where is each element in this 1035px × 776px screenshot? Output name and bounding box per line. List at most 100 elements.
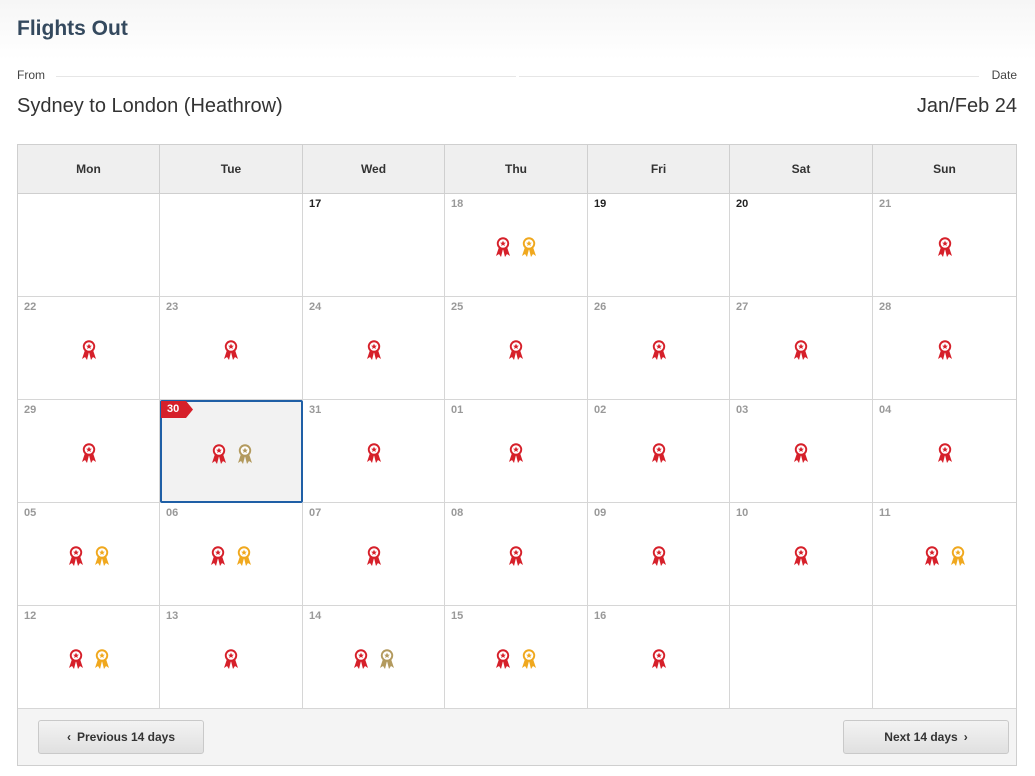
calendar-day-11[interactable]: 11 <box>873 503 1016 606</box>
award-red-icon <box>650 648 668 670</box>
day-number: 03 <box>736 404 749 416</box>
award-red-icon <box>494 648 512 670</box>
day-number: 05 <box>24 507 37 519</box>
award-red-icon <box>792 442 810 464</box>
divider <box>519 76 979 77</box>
award-red-icon <box>80 339 98 361</box>
day-number: 31 <box>309 404 322 416</box>
award-red-icon <box>67 648 85 670</box>
calendar-day-12[interactable]: 12 <box>18 606 160 709</box>
flight-calendar: Mon Tue Wed Thu Fri Sat Sun 17 18 19 20 21 22 23 24 25… <box>17 144 1017 766</box>
calendar-day-29[interactable]: 29 <box>18 400 160 503</box>
award-bronze-icon <box>378 648 396 670</box>
award-red-icon <box>507 545 525 567</box>
day-number: 24 <box>309 301 322 313</box>
award-red-icon <box>365 442 383 464</box>
calendar-day-13[interactable]: 13 <box>160 606 303 709</box>
calendar-day-18[interactable]: 18 <box>445 194 588 297</box>
award-icons <box>445 545 587 567</box>
award-icons <box>303 648 444 670</box>
divider <box>56 76 516 77</box>
calendar-footer: ‹ Previous 14 days Next 14 days › <box>18 709 1016 765</box>
calendar-day-02[interactable]: 02 <box>588 400 730 503</box>
calendar-day-17[interactable]: 17 <box>303 194 445 297</box>
calendar-day-22[interactable]: 22 <box>18 297 160 400</box>
calendar-day-26[interactable]: 26 <box>588 297 730 400</box>
next-14-days-button[interactable]: Next 14 days › <box>843 720 1009 754</box>
day-number: 25 <box>451 301 464 313</box>
calendar-day-25[interactable]: 25 <box>445 297 588 400</box>
date-range-text: Jan/Feb 24 <box>916 95 1017 117</box>
award-gold-icon <box>93 648 111 670</box>
award-red-icon <box>936 442 954 464</box>
calendar-day-27[interactable]: 27 <box>730 297 873 400</box>
award-red-icon <box>222 648 240 670</box>
calendar-day-06[interactable]: 06 <box>160 503 303 606</box>
calendar-day-15[interactable]: 15 <box>445 606 588 709</box>
calendar-day-09[interactable]: 09 <box>588 503 730 606</box>
weekday-mon: Mon <box>18 145 160 193</box>
calendar-day-04[interactable]: 04 <box>873 400 1016 503</box>
calendar-day-30[interactable]: 30 <box>160 400 303 503</box>
award-icons <box>873 339 1016 361</box>
weekday-sat: Sat <box>730 145 873 193</box>
award-icons <box>303 545 444 567</box>
calendar-day-14[interactable]: 14 <box>303 606 445 709</box>
previous-button-label: Previous 14 days <box>76 730 176 744</box>
day-number: 09 <box>594 507 607 519</box>
calendar-day-03[interactable]: 03 <box>730 400 873 503</box>
calendar-day-08[interactable]: 08 <box>445 503 588 606</box>
calendar-day-20[interactable]: 20 <box>730 194 873 297</box>
weekday-sun: Sun <box>933 162 956 176</box>
day-number: 02 <box>594 404 607 416</box>
award-icons <box>445 442 587 464</box>
award-icons <box>303 442 444 464</box>
weekday-fri: Fri <box>588 145 730 193</box>
award-icons <box>18 339 159 361</box>
award-icons <box>160 648 302 670</box>
award-icons <box>445 339 587 361</box>
calendar-day-16[interactable]: 16 <box>588 606 730 709</box>
day-number: 30 <box>167 403 180 415</box>
calendar-day-31[interactable]: 31 <box>303 400 445 503</box>
day-number: 15 <box>451 610 464 622</box>
calendar-cell-empty <box>160 194 303 297</box>
calendar-day-10[interactable]: 10 <box>730 503 873 606</box>
award-icons <box>873 442 1016 464</box>
calendar-cell-empty <box>730 606 873 709</box>
award-icons <box>730 545 872 567</box>
award-red-icon <box>352 648 370 670</box>
award-icons <box>445 236 587 258</box>
calendar-day-19[interactable]: 19 <box>588 194 730 297</box>
award-icons <box>303 339 444 361</box>
award-red-icon <box>650 442 668 464</box>
award-gold-icon <box>93 545 111 567</box>
award-red-icon <box>792 545 810 567</box>
award-icons <box>730 442 872 464</box>
weekday-thu: Thu <box>445 145 588 193</box>
previous-14-days-button[interactable]: ‹ Previous 14 days <box>38 720 204 754</box>
award-icons <box>160 339 302 361</box>
calendar-day-07[interactable]: 07 <box>303 503 445 606</box>
day-number: 21 <box>879 198 892 210</box>
award-red-icon <box>494 236 512 258</box>
weekday-tue: Tue <box>160 145 303 193</box>
day-number: 19 <box>594 198 607 210</box>
calendar-cell-empty <box>18 194 160 297</box>
day-number: 12 <box>24 610 37 622</box>
calendar-day-28[interactable]: 28 <box>873 297 1016 400</box>
day-number: 20 <box>736 198 749 210</box>
award-icons <box>18 545 159 567</box>
award-red-icon <box>936 339 954 361</box>
day-number: 29 <box>24 404 37 416</box>
award-icons <box>588 648 729 670</box>
calendar-day-01[interactable]: 01 <box>445 400 588 503</box>
day-number: 16 <box>594 610 607 622</box>
calendar-day-05[interactable]: 05 <box>18 503 160 606</box>
calendar-day-23[interactable]: 23 <box>160 297 303 400</box>
award-icons <box>730 339 872 361</box>
award-bronze-icon <box>236 443 254 465</box>
award-red-icon <box>80 442 98 464</box>
calendar-day-21[interactable]: 21 <box>873 194 1016 297</box>
calendar-day-24[interactable]: 24 <box>303 297 445 400</box>
